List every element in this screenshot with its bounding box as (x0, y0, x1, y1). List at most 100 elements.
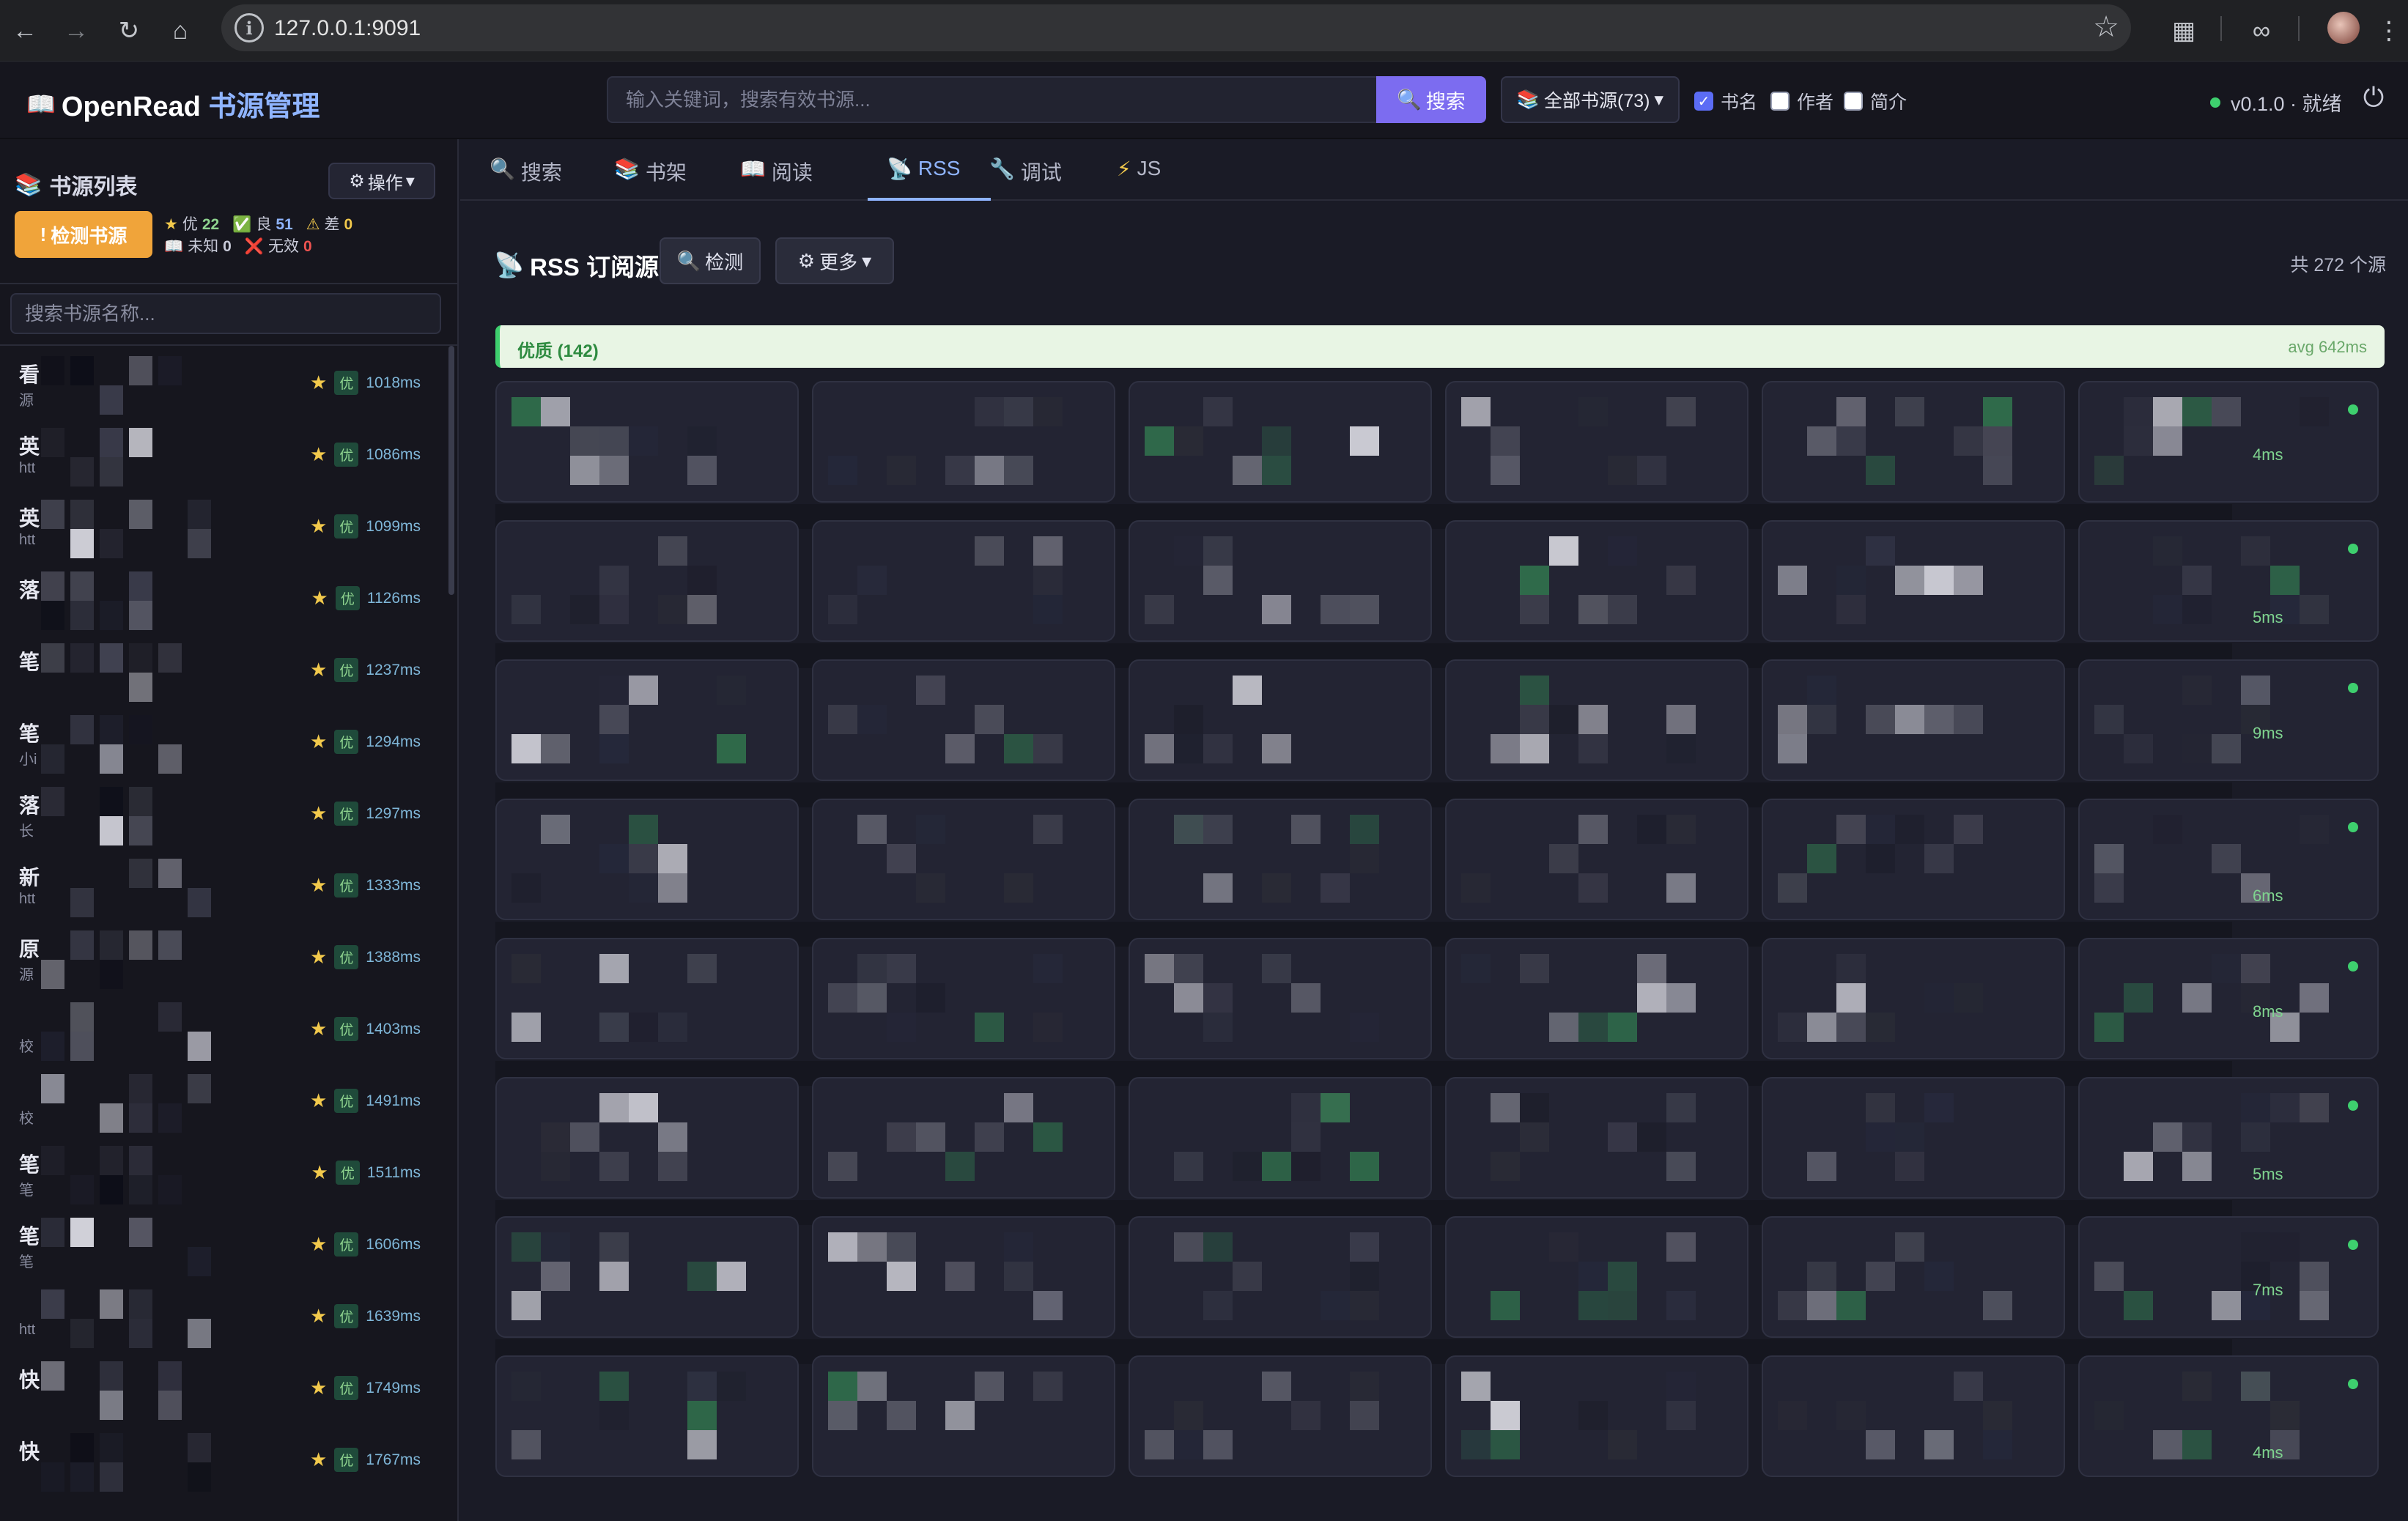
rss-source-card[interactable] (1762, 1216, 2065, 1338)
tab-rss[interactable]: 📡 RSS (868, 154, 991, 201)
address-bar[interactable]: i 127.0.0.1:9091 ☆ (221, 4, 2131, 51)
source-list-item[interactable]: 英 htt ★ 优 1086ms (0, 423, 447, 497)
rss-source-card[interactable] (1762, 1355, 2065, 1477)
rss-source-card[interactable] (495, 938, 799, 1059)
rss-source-card[interactable] (1445, 381, 1748, 503)
check-sources-button[interactable]: ! 检测书源 (15, 211, 152, 258)
rss-source-card[interactable] (495, 1216, 799, 1338)
source-list-item[interactable]: 原源 ★ 优 1388ms (0, 926, 447, 999)
rss-source-card[interactable] (1445, 1077, 1748, 1199)
profile-avatar[interactable] (2327, 12, 2360, 44)
rss-source-card[interactable] (1762, 1077, 2065, 1199)
rss-source-card[interactable] (1129, 799, 1432, 920)
rss-source-card[interactable] (812, 520, 1115, 642)
rss-source-card[interactable] (495, 799, 799, 920)
rss-source-card[interactable] (495, 520, 799, 642)
rss-source-card[interactable]: 4ms (2078, 1355, 2379, 1477)
rss-source-card[interactable] (495, 1077, 799, 1199)
rss-source-card[interactable] (1445, 799, 1748, 920)
checkbox-icon[interactable] (1844, 92, 1863, 111)
rss-source-card[interactable] (812, 938, 1115, 1059)
rss-source-card[interactable] (1129, 381, 1432, 503)
extensions-icon[interactable]: ▦ (2163, 10, 2204, 51)
checkbox-checked-icon[interactable]: ✓ (1694, 92, 1713, 111)
rss-source-card[interactable] (1129, 659, 1432, 781)
back-arrow-icon[interactable]: ← (4, 10, 45, 51)
group-header-excellent[interactable]: 优质 (142) avg 642ms (495, 325, 2385, 368)
rss-source-card[interactable] (1445, 520, 1748, 642)
rss-check-button[interactable]: 🔍 检测 (660, 237, 761, 284)
rss-source-card[interactable] (1762, 520, 2065, 642)
source-list-item[interactable]: 新 htt ★ 优 1333ms (0, 854, 447, 928)
rss-source-card[interactable] (1762, 938, 2065, 1059)
rss-source-card[interactable] (812, 1355, 1115, 1477)
checkbox-icon[interactable] (1770, 92, 1790, 111)
rss-source-card[interactable]: 9ms (2078, 659, 2379, 781)
rss-source-card[interactable] (495, 1355, 799, 1477)
tab-js[interactable]: ⚡ JS (1117, 154, 1161, 201)
sidebar-scrollbar[interactable] (448, 346, 454, 595)
sidebar-title: 📚 书源列表 (15, 169, 137, 201)
response-time: 1297ms (366, 804, 421, 822)
menu-kebab-icon[interactable]: ⋮ (2374, 10, 2404, 51)
source-list-item[interactable]: 笔笔 ★ 优 1511ms (0, 1141, 447, 1215)
rss-source-card[interactable] (1762, 799, 2065, 920)
rss-source-card[interactable]: 7ms (2078, 1216, 2379, 1338)
rss-more-dropdown[interactable]: ⚙ 更多 ▾ (775, 237, 894, 284)
source-list-item[interactable]: 落 ★ 优 1126ms (0, 567, 447, 640)
power-icon[interactable]: ⏻ (2358, 82, 2389, 113)
filter-intro[interactable]: 简介 (1844, 88, 1907, 114)
filter-title[interactable]: ✓ 书名 (1694, 88, 1757, 114)
search-button[interactable]: 🔍 搜索 (1376, 76, 1486, 123)
rss-source-card[interactable] (1445, 938, 1748, 1059)
rss-source-card[interactable]: 5ms (2078, 1077, 2379, 1199)
rss-source-card[interactable] (1445, 1216, 1748, 1338)
rss-source-card[interactable] (1129, 938, 1432, 1059)
source-list-item[interactable]: 笔 ★ 优 1237ms (0, 639, 447, 712)
link-icon[interactable]: ∞ (2241, 10, 2282, 51)
source-list-item[interactable]: 快 ★ 优 1767ms (0, 1429, 447, 1502)
source-list-item[interactable]: 校 ★ 优 1491ms (0, 1070, 447, 1143)
rss-source-card[interactable]: 8ms (2078, 938, 2379, 1059)
rss-source-card[interactable] (1129, 520, 1432, 642)
source-list-item[interactable]: 快 ★ 优 1749ms (0, 1357, 447, 1430)
rss-source-card[interactable] (495, 381, 799, 503)
rss-source-card[interactable] (1129, 1077, 1432, 1199)
tab-bookshelf[interactable]: 📚 书架 (614, 154, 687, 201)
home-icon[interactable]: ⌂ (160, 10, 201, 51)
rss-source-card[interactable] (1445, 1355, 1748, 1477)
rss-source-card[interactable] (1762, 381, 2065, 503)
source-list-item[interactable]: 落长 ★ 优 1297ms (0, 782, 447, 856)
rss-source-card[interactable] (1762, 659, 2065, 781)
source-scope-dropdown[interactable]: 📚 全部书源(73) ▾ (1501, 76, 1680, 123)
rss-source-card[interactable] (812, 659, 1115, 781)
source-list-item[interactable]: htt ★ 优 1639ms (0, 1285, 447, 1358)
source-list-item[interactable]: 英 htt ★ 优 1099ms (0, 495, 447, 569)
bookmark-star-icon[interactable]: ☆ (2093, 10, 2119, 44)
forward-arrow-icon[interactable]: → (56, 10, 97, 51)
rss-source-card[interactable] (812, 381, 1115, 503)
source-list-item[interactable]: 笔笔 ★ 优 1606ms (0, 1213, 447, 1287)
rss-source-card[interactable] (1129, 1216, 1432, 1338)
rss-source-card[interactable] (812, 1077, 1115, 1199)
source-search-input[interactable] (10, 293, 441, 334)
rss-source-card[interactable]: 6ms (2078, 799, 2379, 920)
rss-source-card[interactable] (495, 659, 799, 781)
source-list-item[interactable]: 笔小i ★ 优 1294ms (0, 711, 447, 784)
rss-source-card[interactable] (1129, 1355, 1432, 1477)
tab-reader[interactable]: 📖 阅读 (740, 154, 813, 201)
rss-source-card[interactable] (812, 1216, 1115, 1338)
rss-source-card[interactable]: 5ms (2078, 520, 2379, 642)
reload-icon[interactable]: ↻ (108, 10, 149, 51)
source-list-item[interactable]: 看源 ★ 优 1018ms (0, 352, 447, 425)
tab-search[interactable]: 🔍 搜索 (490, 154, 562, 201)
site-info-icon[interactable]: i (234, 13, 264, 42)
rss-source-card[interactable] (812, 799, 1115, 920)
rss-source-card[interactable]: 4ms (2078, 381, 2379, 503)
search-input[interactable] (607, 76, 1376, 123)
rss-source-card[interactable] (1445, 659, 1748, 781)
source-list-item[interactable]: 校 ★ 优 1403ms (0, 998, 447, 1071)
tab-debug[interactable]: 🔧 调试 (989, 154, 1062, 201)
filter-author[interactable]: 作者 (1770, 88, 1833, 114)
operations-dropdown[interactable]: ⚙ 操作 ▾ (328, 163, 435, 199)
